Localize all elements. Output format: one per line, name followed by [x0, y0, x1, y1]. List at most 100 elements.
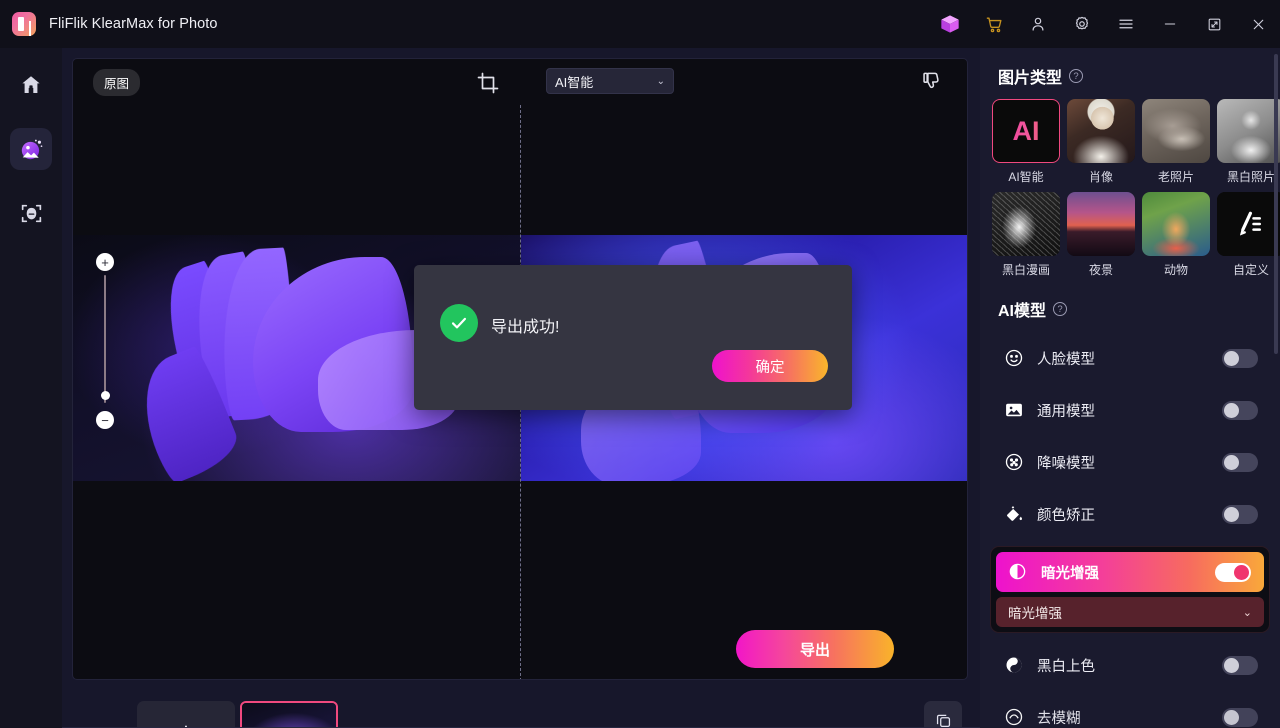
maximize-button[interactable] [1192, 0, 1236, 48]
filmstrip-thumbnail[interactable]: i [240, 701, 338, 728]
gear-icon[interactable] [1060, 0, 1104, 48]
zoom-out-button[interactable]: − [96, 411, 114, 429]
gift-icon[interactable] [928, 0, 972, 48]
image-type-thumb: AI [992, 99, 1060, 163]
zoom-slider-track[interactable] [104, 275, 106, 403]
model-label: 黑白上色 [1037, 655, 1095, 676]
image-type-old-photo[interactable]: 老照片 [1142, 99, 1210, 185]
image-type-grid: AI AI智能 肖像 老照片 黑白照片 黑白漫画 夜景 [992, 99, 1280, 278]
export-button[interactable]: 导出 [736, 630, 894, 668]
bw-manga-thumb-art [992, 192, 1060, 256]
model-toggle-colorize[interactable] [1222, 656, 1258, 675]
model-row-face[interactable]: 人脸模型 [980, 332, 1280, 384]
model-label: 通用模型 [1037, 400, 1095, 421]
bw-photo-thumb-art [1217, 99, 1280, 163]
low-light-mode-select[interactable]: 暗光增强 ⌄ [996, 597, 1264, 627]
model-row-colorize[interactable]: 黑白上色 [980, 639, 1280, 691]
image-type-label: 老照片 [1142, 168, 1210, 185]
add-image-button[interactable]: + [137, 701, 235, 728]
user-icon[interactable] [1016, 0, 1060, 48]
model-row-color-correct[interactable]: 颜色矫正 [980, 488, 1280, 540]
dialog-ok-button[interactable]: 确定 [712, 350, 828, 382]
app-window: FliFlik KlearMax for Photo [0, 0, 1280, 728]
ai-badge-icon: AI [992, 99, 1060, 163]
hamburger-icon-svg [1117, 15, 1135, 33]
model-toggle-face[interactable] [1222, 349, 1258, 368]
zoom-slider: + − [93, 253, 117, 435]
image-type-label: 动物 [1142, 261, 1210, 278]
model-toggle-general[interactable] [1222, 401, 1258, 420]
colorize-icon-svg [1004, 655, 1024, 675]
image-type-bw-photo[interactable]: 黑白照片 [1217, 99, 1280, 185]
denoise-icon [1004, 452, 1024, 472]
dislike-button[interactable] [921, 70, 945, 94]
pen-lines-icon [1236, 209, 1266, 239]
hamburger-menu-icon[interactable] [1104, 0, 1148, 48]
sidebar-item-home[interactable] [10, 64, 52, 106]
image-type-animal[interactable]: 动物 [1142, 192, 1210, 278]
gift-icon-svg [937, 11, 963, 37]
duplicate-button[interactable] [924, 701, 962, 728]
ai-model-title-text: AI模型 [998, 297, 1046, 321]
paint-bucket-icon-svg [1004, 504, 1024, 524]
deblur-icon [1004, 707, 1024, 727]
toggle-knob [1224, 507, 1239, 522]
image-type-thumb [1067, 99, 1135, 163]
zoom-slider-handle[interactable] [101, 391, 110, 400]
model-row-denoise[interactable]: 降噪模型 [980, 436, 1280, 488]
image-type-label: 自定义 [1217, 261, 1280, 278]
image-type-thumb [1217, 99, 1280, 163]
cart-icon[interactable] [972, 0, 1016, 48]
image-type-night[interactable]: 夜景 [1067, 192, 1135, 278]
model-label: 人脸模型 [1037, 348, 1095, 369]
model-type-value: AI智能 [555, 72, 593, 91]
right-panel: 图片类型 ? AI AI智能 肖像 老照片 黑白照片 [980, 48, 1280, 728]
right-panel-scrollbar[interactable] [1274, 54, 1278, 354]
image-type-ai[interactable]: AI AI智能 [992, 99, 1060, 185]
image-type-label: 肖像 [1067, 168, 1135, 185]
face-smile-icon [1004, 348, 1024, 368]
ai-model-section-title: AI模型 ? [998, 297, 1280, 321]
model-label: 暗光增强 [1041, 562, 1099, 583]
model-row-deblur[interactable]: 去模糊 [980, 691, 1280, 728]
model-row-general[interactable]: 通用模型 [980, 384, 1280, 436]
close-button[interactable] [1236, 0, 1280, 48]
image-type-label: 黑白照片 [1217, 168, 1280, 185]
model-toggle-deblur[interactable] [1222, 708, 1258, 727]
model-toggle-denoise[interactable] [1222, 453, 1258, 472]
low-light-mode-value: 暗光增强 [1008, 602, 1062, 622]
help-icon-image-type[interactable]: ? [1069, 69, 1083, 83]
maximize-icon [1206, 16, 1223, 33]
toggle-knob [1234, 565, 1249, 580]
model-type-select[interactable]: AI智能 ⌄ [546, 68, 674, 94]
chevron-down-icon: ⌄ [657, 76, 665, 87]
minimize-button[interactable] [1148, 0, 1192, 48]
close-icon [1250, 16, 1267, 33]
image-type-label: AI智能 [992, 168, 1060, 185]
zoom-in-button[interactable]: + [96, 253, 114, 271]
deblur-icon-svg [1004, 707, 1024, 727]
model-toggle-low-light[interactable] [1215, 563, 1251, 582]
sidebar-item-face-enhance[interactable] [10, 192, 52, 234]
image-type-bw-manga[interactable]: 黑白漫画 [992, 192, 1060, 278]
app-title: FliFlik KlearMax for Photo [49, 16, 218, 32]
left-sidebar [0, 48, 62, 728]
active-model-block: 暗光增强 暗光增强 ⌄ [990, 546, 1270, 633]
toggle-knob [1224, 455, 1239, 470]
image-type-portrait[interactable]: 肖像 [1067, 99, 1135, 185]
image-type-custom[interactable]: 自定义 [1217, 192, 1280, 278]
image-type-thumb [1142, 192, 1210, 256]
image-icon [1004, 400, 1024, 420]
paint-bucket-icon [1004, 504, 1024, 524]
image-type-thumb [1217, 192, 1280, 256]
sidebar-item-photo-enhance[interactable] [10, 128, 52, 170]
image-type-thumb [992, 192, 1060, 256]
check-circle-icon [440, 304, 478, 342]
face-enhance-icon [19, 201, 44, 226]
toggle-knob [1224, 351, 1239, 366]
crop-button[interactable] [476, 71, 500, 95]
help-icon-ai-model[interactable]: ? [1053, 302, 1067, 316]
model-toggle-color-correct[interactable] [1222, 505, 1258, 524]
model-row-low-light[interactable]: 暗光增强 [996, 552, 1264, 592]
face-smile-icon-svg [1004, 348, 1024, 368]
